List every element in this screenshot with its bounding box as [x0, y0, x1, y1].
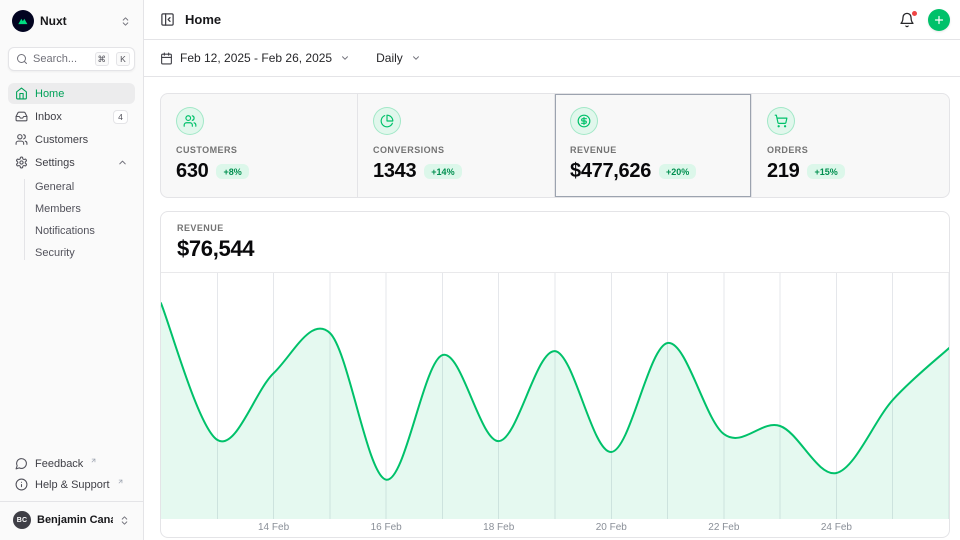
sidebar-item-members[interactable]: Members — [8, 198, 135, 219]
chevrons-up-down-icon — [120, 16, 131, 27]
date-range-value: Feb 12, 2025 - Feb 26, 2025 — [180, 51, 332, 65]
inbox-count-badge: 4 — [113, 110, 128, 124]
shopping-cart-icon — [767, 107, 795, 135]
chart-header: REVENUE $76,544 — [161, 212, 949, 273]
search-input[interactable]: Search... ⌘ K — [8, 47, 135, 71]
sidebar-item-general[interactable]: General — [8, 176, 135, 197]
period-select[interactable]: Daily — [376, 51, 421, 65]
stat-delta-badge: +14% — [424, 164, 461, 179]
kbd-cmd: ⌘ — [95, 52, 110, 66]
sidebar-item-customers[interactable]: Customers — [8, 129, 135, 150]
x-tick-label: 14 Feb — [258, 522, 289, 533]
pie-chart-icon — [373, 107, 401, 135]
user-menu[interactable]: BC Benjamin Canac — [8, 508, 135, 532]
stat-card-conversions[interactable]: CONVERSIONS 1343 +14% — [358, 94, 555, 197]
chevron-down-icon — [411, 53, 421, 63]
search-placeholder: Search... — [33, 53, 90, 65]
sidebar: Nuxt Search... ⌘ K Home — [0, 0, 144, 540]
chart-metric-label: REVENUE — [177, 223, 933, 233]
sidebar-item-home[interactable]: Home — [8, 83, 135, 104]
stat-label: ORDERS — [767, 145, 934, 155]
users-icon — [15, 133, 28, 146]
plus-icon — [933, 14, 945, 26]
users-icon — [176, 107, 204, 135]
message-circle-icon — [15, 457, 28, 470]
info-icon — [15, 478, 28, 491]
chevron-down-icon — [340, 53, 350, 63]
stat-value: 630 — [176, 160, 208, 183]
x-tick-label: 18 Feb — [483, 522, 514, 533]
circle-dollar-icon — [570, 107, 598, 135]
workspace-switcher[interactable]: Nuxt — [8, 8, 135, 34]
revenue-area-chart — [161, 273, 949, 519]
sidebar-item-label: Customers — [35, 134, 88, 146]
help-support-link[interactable]: Help & Support — [8, 474, 135, 495]
stat-card-customers[interactable]: CUSTOMERS 630 +8% — [161, 94, 358, 197]
period-value: Daily — [376, 51, 403, 65]
calendar-icon — [160, 52, 173, 65]
sidebar-footer: Feedback Help & Support BC Benjamin Cana… — [8, 453, 135, 532]
stat-label: CONVERSIONS — [373, 145, 539, 155]
nuxt-logo-icon — [12, 10, 34, 32]
gear-icon — [15, 156, 28, 169]
stat-delta-badge: +20% — [659, 164, 696, 179]
stat-value: $477,626 — [570, 160, 651, 183]
stat-value: 219 — [767, 160, 799, 183]
sidebar-item-notifications[interactable]: Notifications — [8, 220, 135, 241]
collapse-sidebar-button[interactable] — [160, 12, 175, 27]
external-link-icon — [117, 478, 124, 485]
app: Nuxt Search... ⌘ K Home — [0, 0, 960, 540]
feedback-label: Feedback — [35, 458, 83, 470]
stats-row: CUSTOMERS 630 +8% CONVERSIONS 1343 +14% — [160, 93, 950, 198]
sidebar-item-security[interactable]: Security — [8, 242, 135, 263]
date-range-picker[interactable]: Feb 12, 2025 - Feb 26, 2025 — [160, 51, 350, 65]
home-icon — [15, 87, 28, 100]
workspace-name: Nuxt — [40, 14, 114, 28]
x-tick-label: 20 Feb — [596, 522, 627, 533]
stat-label: CUSTOMERS — [176, 145, 342, 155]
help-support-label: Help & Support — [35, 479, 110, 491]
settings-subnav: General Members Notifications Security — [8, 176, 135, 263]
notification-dot — [911, 10, 918, 17]
sidebar-item-inbox[interactable]: Inbox 4 — [8, 106, 135, 127]
stat-delta-badge: +8% — [216, 164, 248, 179]
kbd-k: K — [116, 52, 130, 66]
stat-card-orders[interactable]: ORDERS 219 +15% — [752, 94, 949, 197]
x-axis-ticks: 14 Feb 16 Feb 18 Feb 20 Feb 22 Feb 24 Feb — [161, 519, 949, 537]
stat-delta-badge: +15% — [807, 164, 844, 179]
user-name: Benjamin Canac — [37, 514, 113, 526]
top-bar: Home — [144, 0, 960, 40]
content: CUSTOMERS 630 +8% CONVERSIONS 1343 +14% — [144, 77, 960, 538]
x-tick-label: 24 Feb — [821, 522, 852, 533]
divider — [0, 501, 143, 502]
avatar: BC — [13, 511, 31, 529]
x-tick-label: 22 Feb — [708, 522, 739, 533]
chart-metric-value: $76,544 — [177, 236, 933, 262]
chevron-up-icon — [117, 157, 128, 168]
stat-card-revenue[interactable]: REVENUE $477,626 +20% — [555, 94, 752, 197]
revenue-chart-card: REVENUE $76,544 14 Feb 16 Feb 18 Feb 20 Feb… — [160, 211, 950, 538]
stat-value: 1343 — [373, 160, 416, 183]
inbox-icon — [15, 110, 28, 123]
x-tick-label: 16 Feb — [371, 522, 402, 533]
external-link-icon — [90, 457, 97, 464]
search-icon — [16, 53, 28, 65]
add-button[interactable] — [928, 9, 950, 31]
sidebar-item-settings[interactable]: Settings — [8, 152, 135, 173]
sidebar-item-label: Settings — [35, 157, 75, 169]
chevrons-up-down-icon — [119, 515, 130, 526]
page-title: Home — [185, 12, 221, 27]
stat-label: REVENUE — [570, 145, 736, 155]
sidebar-item-label: Home — [35, 88, 64, 100]
main-area: Home Feb 12, 2025 - Feb 26, 2025 — [144, 0, 960, 540]
chart-plot[interactable] — [161, 273, 949, 519]
sidebar-nav: Home Inbox 4 Customers — [8, 83, 135, 263]
sidebar-item-label: Inbox — [35, 111, 62, 123]
notifications-button[interactable] — [897, 10, 917, 30]
feedback-link[interactable]: Feedback — [8, 453, 135, 474]
filters-toolbar: Feb 12, 2025 - Feb 26, 2025 Daily — [144, 40, 960, 77]
